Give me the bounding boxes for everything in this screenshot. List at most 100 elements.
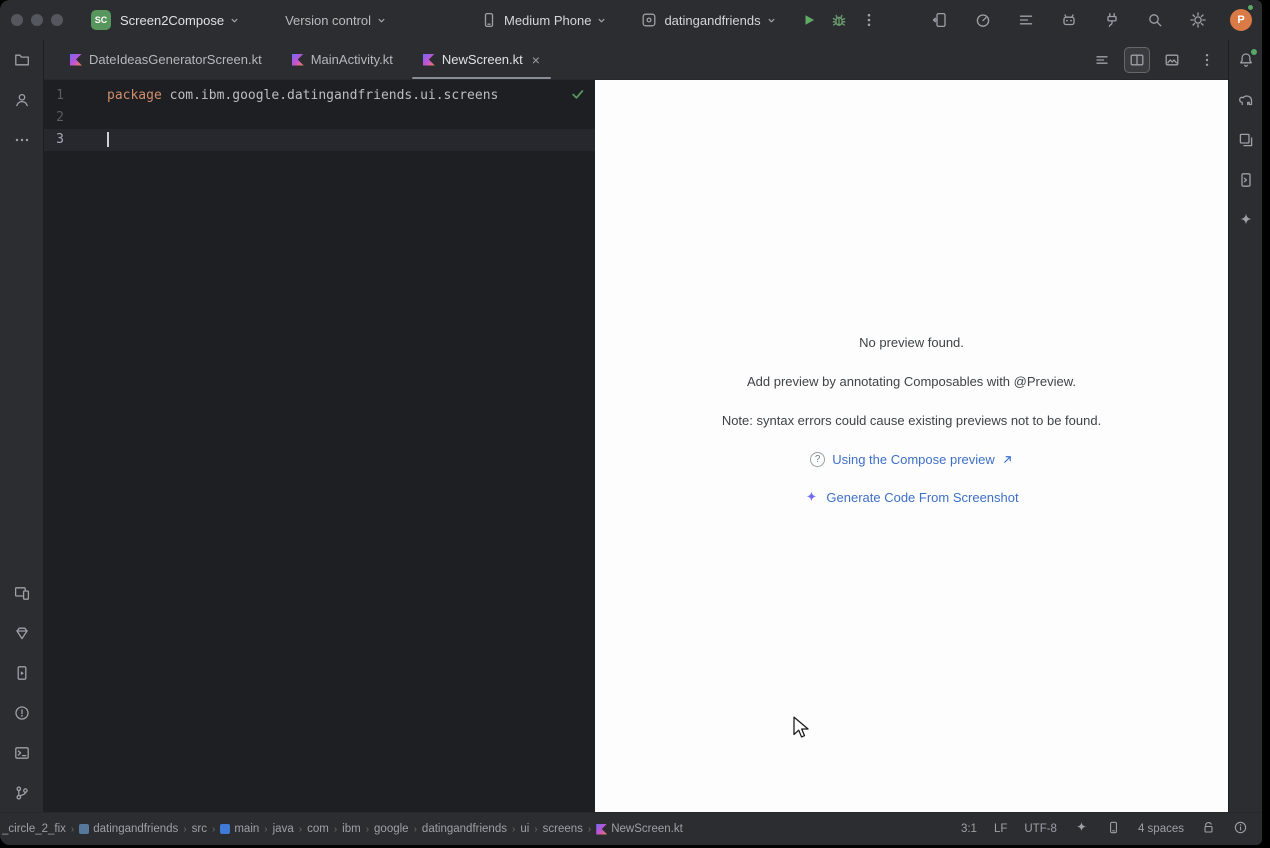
design-view-button[interactable] — [1159, 47, 1185, 73]
breadcrumb-separator: › — [534, 824, 537, 835]
notifications-button[interactable] — [1232, 46, 1260, 74]
notification-dot — [1251, 49, 1257, 55]
user-account-button[interactable]: P — [1230, 5, 1252, 35]
collaboration-tool-button[interactable] — [8, 86, 36, 114]
breadcrumb-item[interactable]: java — [273, 823, 294, 835]
debug-button[interactable] — [824, 5, 854, 35]
settings-gear-icon — [1189, 11, 1207, 29]
studio-bot-button[interactable] — [1058, 5, 1080, 35]
breadcrumb-item[interactable]: NewScreen.kt — [596, 823, 683, 835]
device-mirroring-button[interactable] — [929, 5, 951, 35]
code-line[interactable]: 2 — [44, 107, 595, 129]
device-manager-tool-button[interactable] — [8, 659, 36, 687]
gradle-elephant-icon — [1237, 91, 1255, 109]
device-explorer-tool-button[interactable] — [1232, 166, 1260, 194]
kotlin-file-icon — [596, 824, 607, 835]
breadcrumb-item[interactable]: ibm — [342, 823, 361, 835]
ide-info-button[interactable] — [1233, 820, 1248, 838]
split-view-button[interactable] — [1124, 47, 1150, 73]
gemini-sparkle-icon — [804, 490, 819, 505]
more-horizontal-icon — [13, 131, 31, 149]
compose-preview-doc-link[interactable]: ? Using the Compose preview — [810, 452, 1013, 467]
tab-options-button[interactable] — [1194, 47, 1220, 73]
device-selector[interactable]: Medium Phone — [474, 7, 612, 33]
app-insights-tool-button[interactable] — [8, 619, 36, 647]
caret-position-widget[interactable]: 3:1 — [961, 823, 977, 835]
line-separator-widget[interactable]: LF — [994, 823, 1007, 835]
code-line-active[interactable]: 3 — [44, 129, 595, 151]
inspection-status-widget[interactable] — [570, 86, 586, 106]
running-devices-tool-button[interactable] — [8, 579, 36, 607]
text-caret — [107, 132, 109, 147]
write-access-button[interactable] — [1201, 820, 1216, 838]
indent-widget[interactable]: 4 spaces — [1138, 823, 1184, 835]
project-name: Screen2Compose — [120, 13, 224, 28]
breadcrumb-separator: › — [366, 824, 369, 835]
encoding-widget[interactable]: UTF-8 — [1024, 823, 1057, 835]
terminal-icon — [13, 744, 31, 762]
minimize-window-button[interactable] — [31, 14, 43, 26]
project-icon: SC — [91, 10, 111, 30]
source-root-icon — [220, 824, 230, 834]
breadcrumb-item[interactable]: google — [374, 823, 409, 835]
project-tool-button[interactable] — [8, 46, 36, 74]
zoom-window-button[interactable] — [51, 14, 63, 26]
gem-icon — [13, 624, 31, 642]
code-editor[interactable]: 1 package com.ibm.google.datingandfriend… — [44, 80, 595, 812]
tab-dateideasgeneratorscreen[interactable]: DateIdeasGeneratorScreen.kt — [55, 40, 277, 79]
close-window-button[interactable] — [11, 14, 23, 26]
breadcrumb-item[interactable]: src — [192, 823, 207, 835]
run-button[interactable] — [794, 5, 824, 35]
gemini-sparkle-icon — [1074, 820, 1089, 835]
project-menu[interactable]: SC Screen2Compose — [85, 6, 245, 34]
breadcrumb-item[interactable]: com — [307, 823, 329, 835]
chevron-down-icon — [597, 16, 606, 25]
tab-mainactivity[interactable]: MainActivity.kt — [277, 40, 408, 79]
status-bar: _circle_2_fix › datingandfriends › src › ma… — [0, 812, 1262, 845]
terminal-tool-button[interactable] — [8, 739, 36, 767]
gradle-tool-button[interactable] — [1232, 86, 1260, 114]
version-control-menu[interactable]: Version control — [279, 9, 392, 32]
profiler-button[interactable] — [972, 5, 994, 35]
breadcrumb-separator: › — [71, 824, 74, 835]
search-button[interactable] — [1144, 5, 1166, 35]
device-status-button[interactable] — [1106, 820, 1121, 838]
breadcrumb-separator: › — [512, 824, 515, 835]
line-number: 3 — [44, 129, 64, 151]
breadcrumb-item[interactable]: _circle_2_fix — [2, 823, 66, 835]
breadcrumb-item[interactable]: datingandfriends — [79, 823, 178, 835]
chevron-down-icon — [767, 16, 776, 25]
breadcrumb-item[interactable]: ui — [520, 823, 529, 835]
code-line[interactable]: 1 package com.ibm.google.datingandfriend… — [44, 85, 595, 107]
doc-link-label: Using the Compose preview — [832, 452, 995, 467]
settings-button[interactable] — [1187, 5, 1209, 35]
run-configuration-selector[interactable]: datingandfriends — [634, 7, 781, 33]
code-view-button[interactable] — [1089, 47, 1115, 73]
design-view-icon — [1163, 51, 1181, 69]
plug-button[interactable] — [1101, 5, 1123, 35]
check-icon — [570, 86, 586, 102]
device-icon — [1106, 820, 1121, 835]
breadcrumb-item[interactable]: screens — [543, 823, 583, 835]
close-tab-icon[interactable]: × — [532, 53, 540, 67]
tab-label: NewScreen.kt — [442, 52, 523, 67]
breadcrumb-item[interactable]: main — [220, 823, 259, 835]
logcat-button[interactable] — [1015, 5, 1037, 35]
version-control-label: Version control — [285, 13, 371, 28]
gemini-tool-button[interactable] — [1232, 206, 1260, 234]
problems-icon — [13, 704, 31, 722]
tab-newscreen[interactable]: NewScreen.kt × — [408, 40, 555, 79]
kotlin-file-icon — [423, 54, 435, 66]
version-control-tool-button[interactable] — [8, 779, 36, 807]
problems-tool-button[interactable] — [8, 699, 36, 727]
statusbar-widgets: 3:1 LF UTF-8 4 spaces — [961, 820, 1248, 838]
layout-inspector-tool-button[interactable] — [1232, 126, 1260, 154]
more-run-actions-button[interactable] — [854, 5, 884, 35]
generate-code-from-screenshot-link[interactable]: Generate Code From Screenshot — [804, 490, 1018, 505]
more-tool-windows-button[interactable] — [8, 126, 36, 154]
info-icon — [1233, 820, 1248, 835]
tab-label: DateIdeasGeneratorScreen.kt — [89, 52, 262, 67]
gemini-status-button[interactable] — [1074, 820, 1089, 838]
breadcrumb-item[interactable]: datingandfriends — [422, 823, 507, 835]
preview-message-hint: Add preview by annotating Composables wi… — [747, 374, 1076, 389]
